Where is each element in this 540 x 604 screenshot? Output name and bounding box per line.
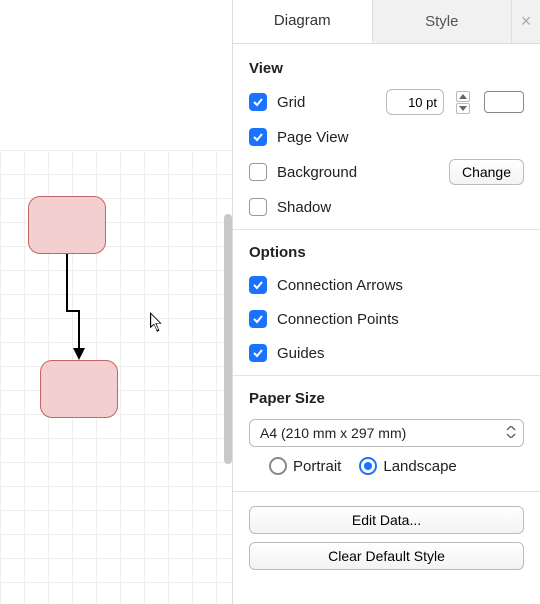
guides-label: Guides [277,345,325,362]
cursor-icon [150,312,164,332]
check-icon [252,279,264,291]
node-1[interactable] [28,196,106,254]
check-icon [252,313,264,325]
landscape-label: Landscape [383,458,456,475]
grid-color-swatch[interactable] [484,91,524,113]
grid-label: Grid [277,94,305,111]
check-icon [252,96,264,108]
check-icon [252,347,264,359]
background-change-button[interactable]: Change [449,159,524,185]
section-view: View Grid Page View [233,44,540,582]
tab-style[interactable]: Style [373,0,513,43]
divider [233,375,540,376]
chevron-down-icon [459,106,467,111]
options-title: Options [249,244,524,261]
close-sidebar-button[interactable]: × [512,0,540,43]
check-icon [252,131,264,143]
stepper-up[interactable] [456,91,470,102]
connection-arrows-checkbox[interactable] [249,276,267,294]
pageview-label: Page View [277,129,348,146]
shadow-label: Shadow [277,199,331,216]
arrow-head-icon [73,348,85,360]
shadow-checkbox[interactable] [249,198,267,216]
grid-size-input[interactable] [386,89,444,115]
tab-diagram[interactable]: Diagram [233,0,373,43]
scrollbar-thumb[interactable] [224,214,232,464]
background-label: Background [277,164,357,181]
edge-segment-vertical-2[interactable] [78,310,80,350]
close-icon: × [521,11,532,32]
grid-size-stepper [456,91,470,114]
connection-arrows-label: Connection Arrows [277,277,403,294]
edit-data-button[interactable]: Edit Data... [249,506,524,534]
papersize-select[interactable]: A4 (210 mm x 297 mm) [249,419,524,447]
grid-checkbox[interactable] [249,93,267,111]
portrait-label: Portrait [293,458,341,475]
view-title: View [249,60,524,77]
papersize-title: Paper Size [249,390,524,407]
chevron-up-icon [459,94,467,99]
connection-points-checkbox[interactable] [249,310,267,328]
node-2[interactable] [40,360,118,418]
orientation-landscape-radio[interactable]: Landscape [359,457,456,475]
orientation-portrait-radio[interactable]: Portrait [269,457,341,475]
divider [233,491,540,492]
background-checkbox[interactable] [249,163,267,181]
format-sidebar: Diagram Style × View Grid [232,0,540,604]
sidebar-tabs: Diagram Style × [233,0,540,44]
papersize-selected: A4 (210 mm x 297 mm) [260,425,406,441]
clear-default-style-button[interactable]: Clear Default Style [249,542,524,570]
connection-points-label: Connection Points [277,311,399,328]
guides-checkbox[interactable] [249,344,267,362]
stepper-down[interactable] [456,103,470,114]
canvas[interactable] [0,0,232,604]
edge-segment-vertical-1[interactable] [66,254,68,310]
pageview-checkbox[interactable] [249,128,267,146]
divider [233,229,540,230]
